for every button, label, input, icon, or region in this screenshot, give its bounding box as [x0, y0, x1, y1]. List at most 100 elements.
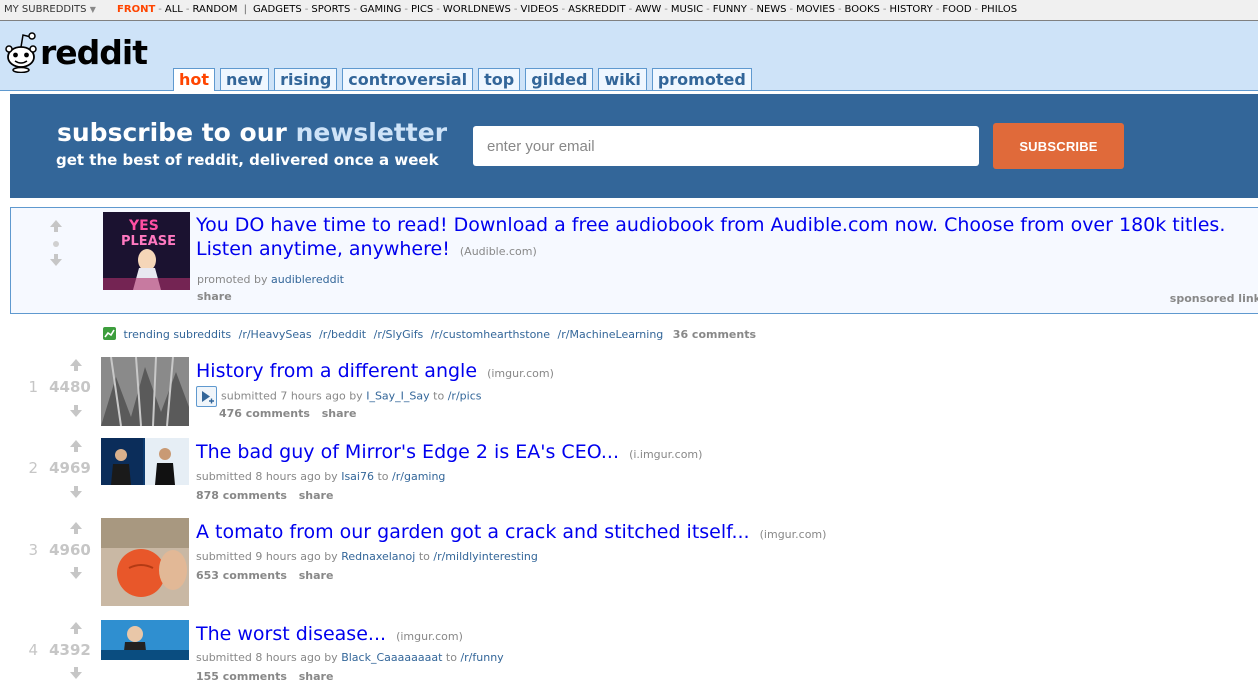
post-title[interactable]: History from a different angle (imgur.co… [196, 360, 554, 382]
trending-sr-customhearthstone[interactable]: /r/customhearthstone [431, 328, 550, 341]
post-title-text[interactable]: The bad guy of Mirror's Edge 2 is EA's C… [196, 441, 619, 463]
post-title-text[interactable]: History from a different angle [196, 360, 477, 382]
logo-wordmark: reddit [40, 33, 148, 72]
trending-sr-slygifs[interactable]: /r/SlyGifs [374, 328, 424, 341]
reddit-logo[interactable]: reddit [4, 25, 148, 73]
post-thumbnail[interactable] [101, 518, 189, 606]
downvote-arrow-icon[interactable] [70, 486, 82, 498]
post-buttons: 653 comments share [196, 569, 341, 582]
sr-link-history[interactable]: HISTORY [890, 4, 933, 15]
sr-link-philos[interactable]: PHILOS [981, 4, 1017, 15]
promoted-thumbnail[interactable]: YES PLEASE [103, 212, 190, 290]
post-title[interactable]: A tomato from our garden got a crack and… [196, 521, 826, 543]
trending-sr-beddit[interactable]: /r/beddit [319, 328, 366, 341]
post-buttons: 476 comments share [219, 407, 364, 420]
upvote-arrow-icon[interactable] [70, 440, 82, 452]
tab-controversial[interactable]: controversial [342, 68, 474, 90]
post-thumbnail[interactable] [101, 620, 189, 660]
post-subreddit[interactable]: /r/funny [460, 651, 503, 664]
post-domain[interactable]: (imgur.com) [487, 367, 554, 380]
share-link[interactable]: share [299, 569, 334, 582]
sr-link-funny[interactable]: FUNNY [713, 4, 747, 15]
thumbnail-image [101, 518, 189, 606]
upvote-arrow-icon[interactable] [50, 220, 62, 232]
downvote-arrow-icon[interactable] [70, 667, 82, 679]
trending-comments-link[interactable]: 36 comments [673, 328, 756, 341]
thumbnail-image [101, 620, 189, 660]
comments-link[interactable]: 878 comments [196, 489, 287, 502]
sort-tabs: hot new rising controversial top gilded … [173, 68, 757, 91]
post-domain[interactable]: (imgur.com) [396, 630, 463, 643]
post-score: 4392 [49, 641, 91, 659]
post-author[interactable]: Isai76 [341, 470, 374, 483]
sr-link-gaming[interactable]: GAMING [360, 4, 401, 15]
my-subreddits-dropdown[interactable]: MY SUBREDDITS ▼ [4, 0, 96, 19]
post-title[interactable]: The bad guy of Mirror's Edge 2 is EA's C… [196, 441, 702, 463]
newsletter-email-input[interactable] [473, 126, 979, 166]
post-thumbnail[interactable] [101, 438, 189, 485]
tab-wiki[interactable]: wiki [598, 68, 647, 90]
post-title-text[interactable]: A tomato from our garden got a crack and… [196, 521, 750, 543]
share-link[interactable]: share [197, 290, 232, 303]
post-score: 4969 [49, 459, 91, 477]
downvote-arrow-icon[interactable] [70, 567, 82, 579]
subscribe-button[interactable]: SUBSCRIBE [993, 123, 1124, 169]
sr-link-food[interactable]: FOOD [942, 4, 971, 15]
share-link[interactable]: share [322, 407, 357, 420]
sr-link-sports[interactable]: SPORTS [311, 4, 350, 15]
downvote-arrow-icon[interactable] [70, 405, 82, 417]
post-subreddit[interactable]: /r/gaming [392, 470, 445, 483]
post-author[interactable]: Rednaxelanoj [341, 550, 415, 563]
sr-link-books[interactable]: BOOKS [845, 4, 880, 15]
sr-link-gadgets[interactable]: GADGETS [253, 4, 302, 15]
downvote-arrow-icon[interactable] [50, 254, 62, 266]
tab-promoted[interactable]: promoted [651, 68, 752, 90]
post-title-text[interactable]: The worst disease... [196, 623, 386, 645]
sr-link-worldnews[interactable]: WORLDNEWS [443, 4, 511, 15]
post-rank: 3 [28, 541, 38, 559]
post-domain[interactable]: (i.imgur.com) [629, 448, 702, 461]
tab-gilded[interactable]: gilded [525, 68, 594, 90]
front-link[interactable]: FRONT [117, 4, 155, 15]
upvote-arrow-icon[interactable] [70, 522, 82, 534]
score-dot [53, 241, 59, 247]
post-vote [56, 440, 96, 452]
comments-link[interactable]: 476 comments [219, 407, 310, 420]
upvote-arrow-icon[interactable] [70, 622, 82, 634]
sr-link-videos[interactable]: VIDEOS [520, 4, 558, 15]
expando-video-button[interactable] [196, 386, 217, 407]
promoted-title-text[interactable]: You DO have time to read! Download a fre… [196, 214, 1225, 260]
tab-rising[interactable]: rising [274, 68, 338, 90]
sr-link-movies[interactable]: MOVIES [796, 4, 835, 15]
all-link[interactable]: ALL [165, 4, 183, 15]
tab-new[interactable]: new [220, 68, 270, 90]
sr-link-news[interactable]: NEWS [757, 4, 787, 15]
post-subreddit[interactable]: /r/pics [448, 390, 482, 403]
trending-sr-machinelearning[interactable]: /r/MachineLearning [558, 328, 664, 341]
tab-top[interactable]: top [478, 68, 521, 90]
post-author[interactable]: Black_Caaaaaaaat [341, 651, 442, 664]
sr-link-pics[interactable]: PICS [411, 4, 433, 15]
sponsored-label: sponsored link [1169, 292, 1258, 305]
comments-link[interactable]: 155 comments [196, 670, 287, 683]
post-domain[interactable]: (imgur.com) [760, 528, 827, 541]
promoted-by-user[interactable]: audiblereddit [271, 273, 344, 286]
promoted-title[interactable]: You DO have time to read! Download a fre… [196, 213, 1258, 264]
sr-link-music[interactable]: MUSIC [671, 4, 703, 15]
share-link[interactable]: share [299, 489, 334, 502]
newsletter-title-part1: subscribe to our [57, 118, 287, 147]
random-link[interactable]: RANDOM [192, 4, 237, 15]
trending-sr-heavyseas[interactable]: /r/HeavySeas [239, 328, 312, 341]
share-link[interactable]: share [299, 670, 334, 683]
upvote-arrow-icon[interactable] [70, 359, 82, 371]
post-vote-down [56, 486, 96, 498]
comments-link[interactable]: 653 comments [196, 569, 287, 582]
promoted-domain[interactable]: (Audible.com) [460, 245, 537, 258]
sr-link-askreddit[interactable]: ASKREDDIT [568, 4, 625, 15]
post-subreddit[interactable]: /r/mildlyinteresting [433, 550, 538, 563]
post-title[interactable]: The worst disease... (imgur.com) [196, 623, 463, 645]
tab-hot[interactable]: hot [173, 68, 216, 91]
sr-link-aww[interactable]: AWW [635, 4, 661, 15]
post-author[interactable]: I_Say_I_Say [366, 390, 429, 403]
post-thumbnail[interactable] [101, 357, 189, 426]
